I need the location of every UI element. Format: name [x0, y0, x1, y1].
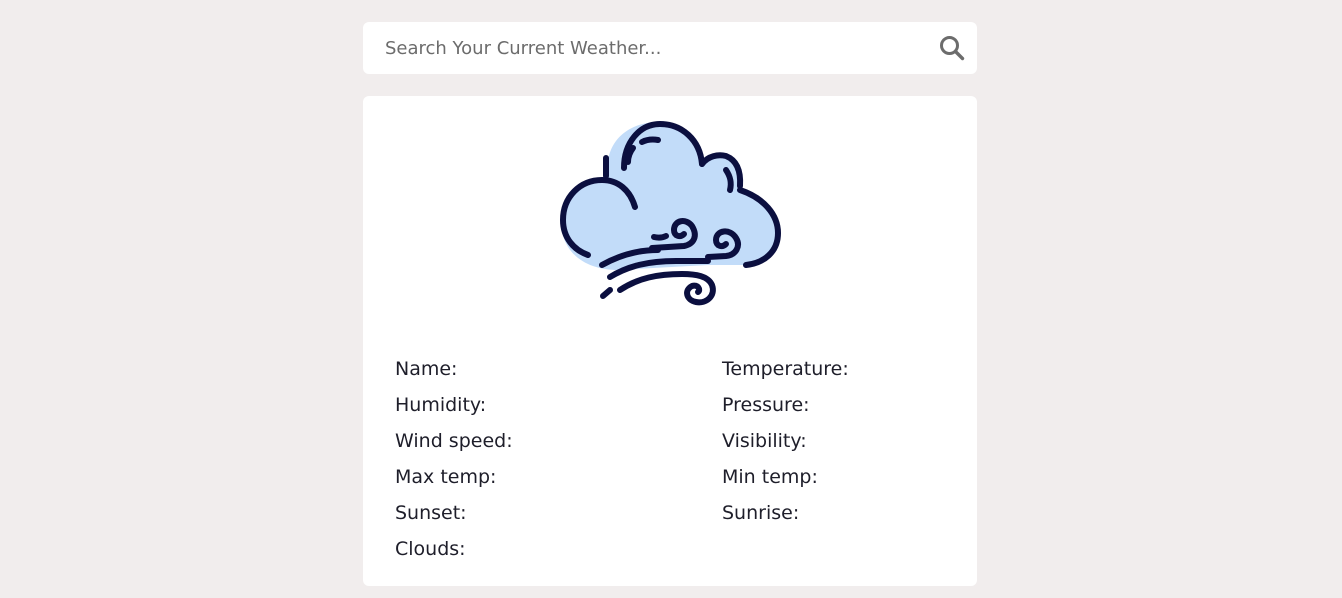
weather-details: Name: Temperature: Humidity: Pressure: W…	[395, 351, 955, 567]
max-temp-label: Max temp:	[395, 466, 497, 488]
name-label: Name:	[395, 358, 458, 380]
clouds-label: Clouds:	[395, 538, 466, 560]
visibility-label: Visibility:	[722, 430, 807, 452]
min-temp-label: Min temp:	[722, 466, 818, 488]
search-icon	[940, 36, 965, 61]
details-row: Sunset: Sunrise:	[395, 495, 955, 531]
wind-speed-label: Wind speed:	[395, 430, 513, 452]
details-row: Clouds:	[395, 531, 955, 567]
cloudy-windy-icon	[560, 121, 781, 306]
pressure-label: Pressure:	[722, 394, 810, 416]
temperature-label: Temperature:	[722, 358, 849, 380]
sunset-label: Sunset:	[395, 502, 467, 524]
details-row: Wind speed: Visibility:	[395, 423, 955, 459]
search-bar	[363, 22, 977, 74]
search-button[interactable]	[937, 34, 967, 62]
details-row: Max temp: Min temp:	[395, 459, 955, 495]
sunrise-label: Sunrise:	[722, 502, 800, 524]
weather-card: Name: Temperature: Humidity: Pressure: W…	[363, 96, 977, 586]
search-input[interactable]	[363, 22, 923, 74]
details-row: Humidity: Pressure:	[395, 387, 955, 423]
humidity-label: Humidity:	[395, 394, 487, 416]
details-row: Name: Temperature:	[395, 351, 955, 387]
